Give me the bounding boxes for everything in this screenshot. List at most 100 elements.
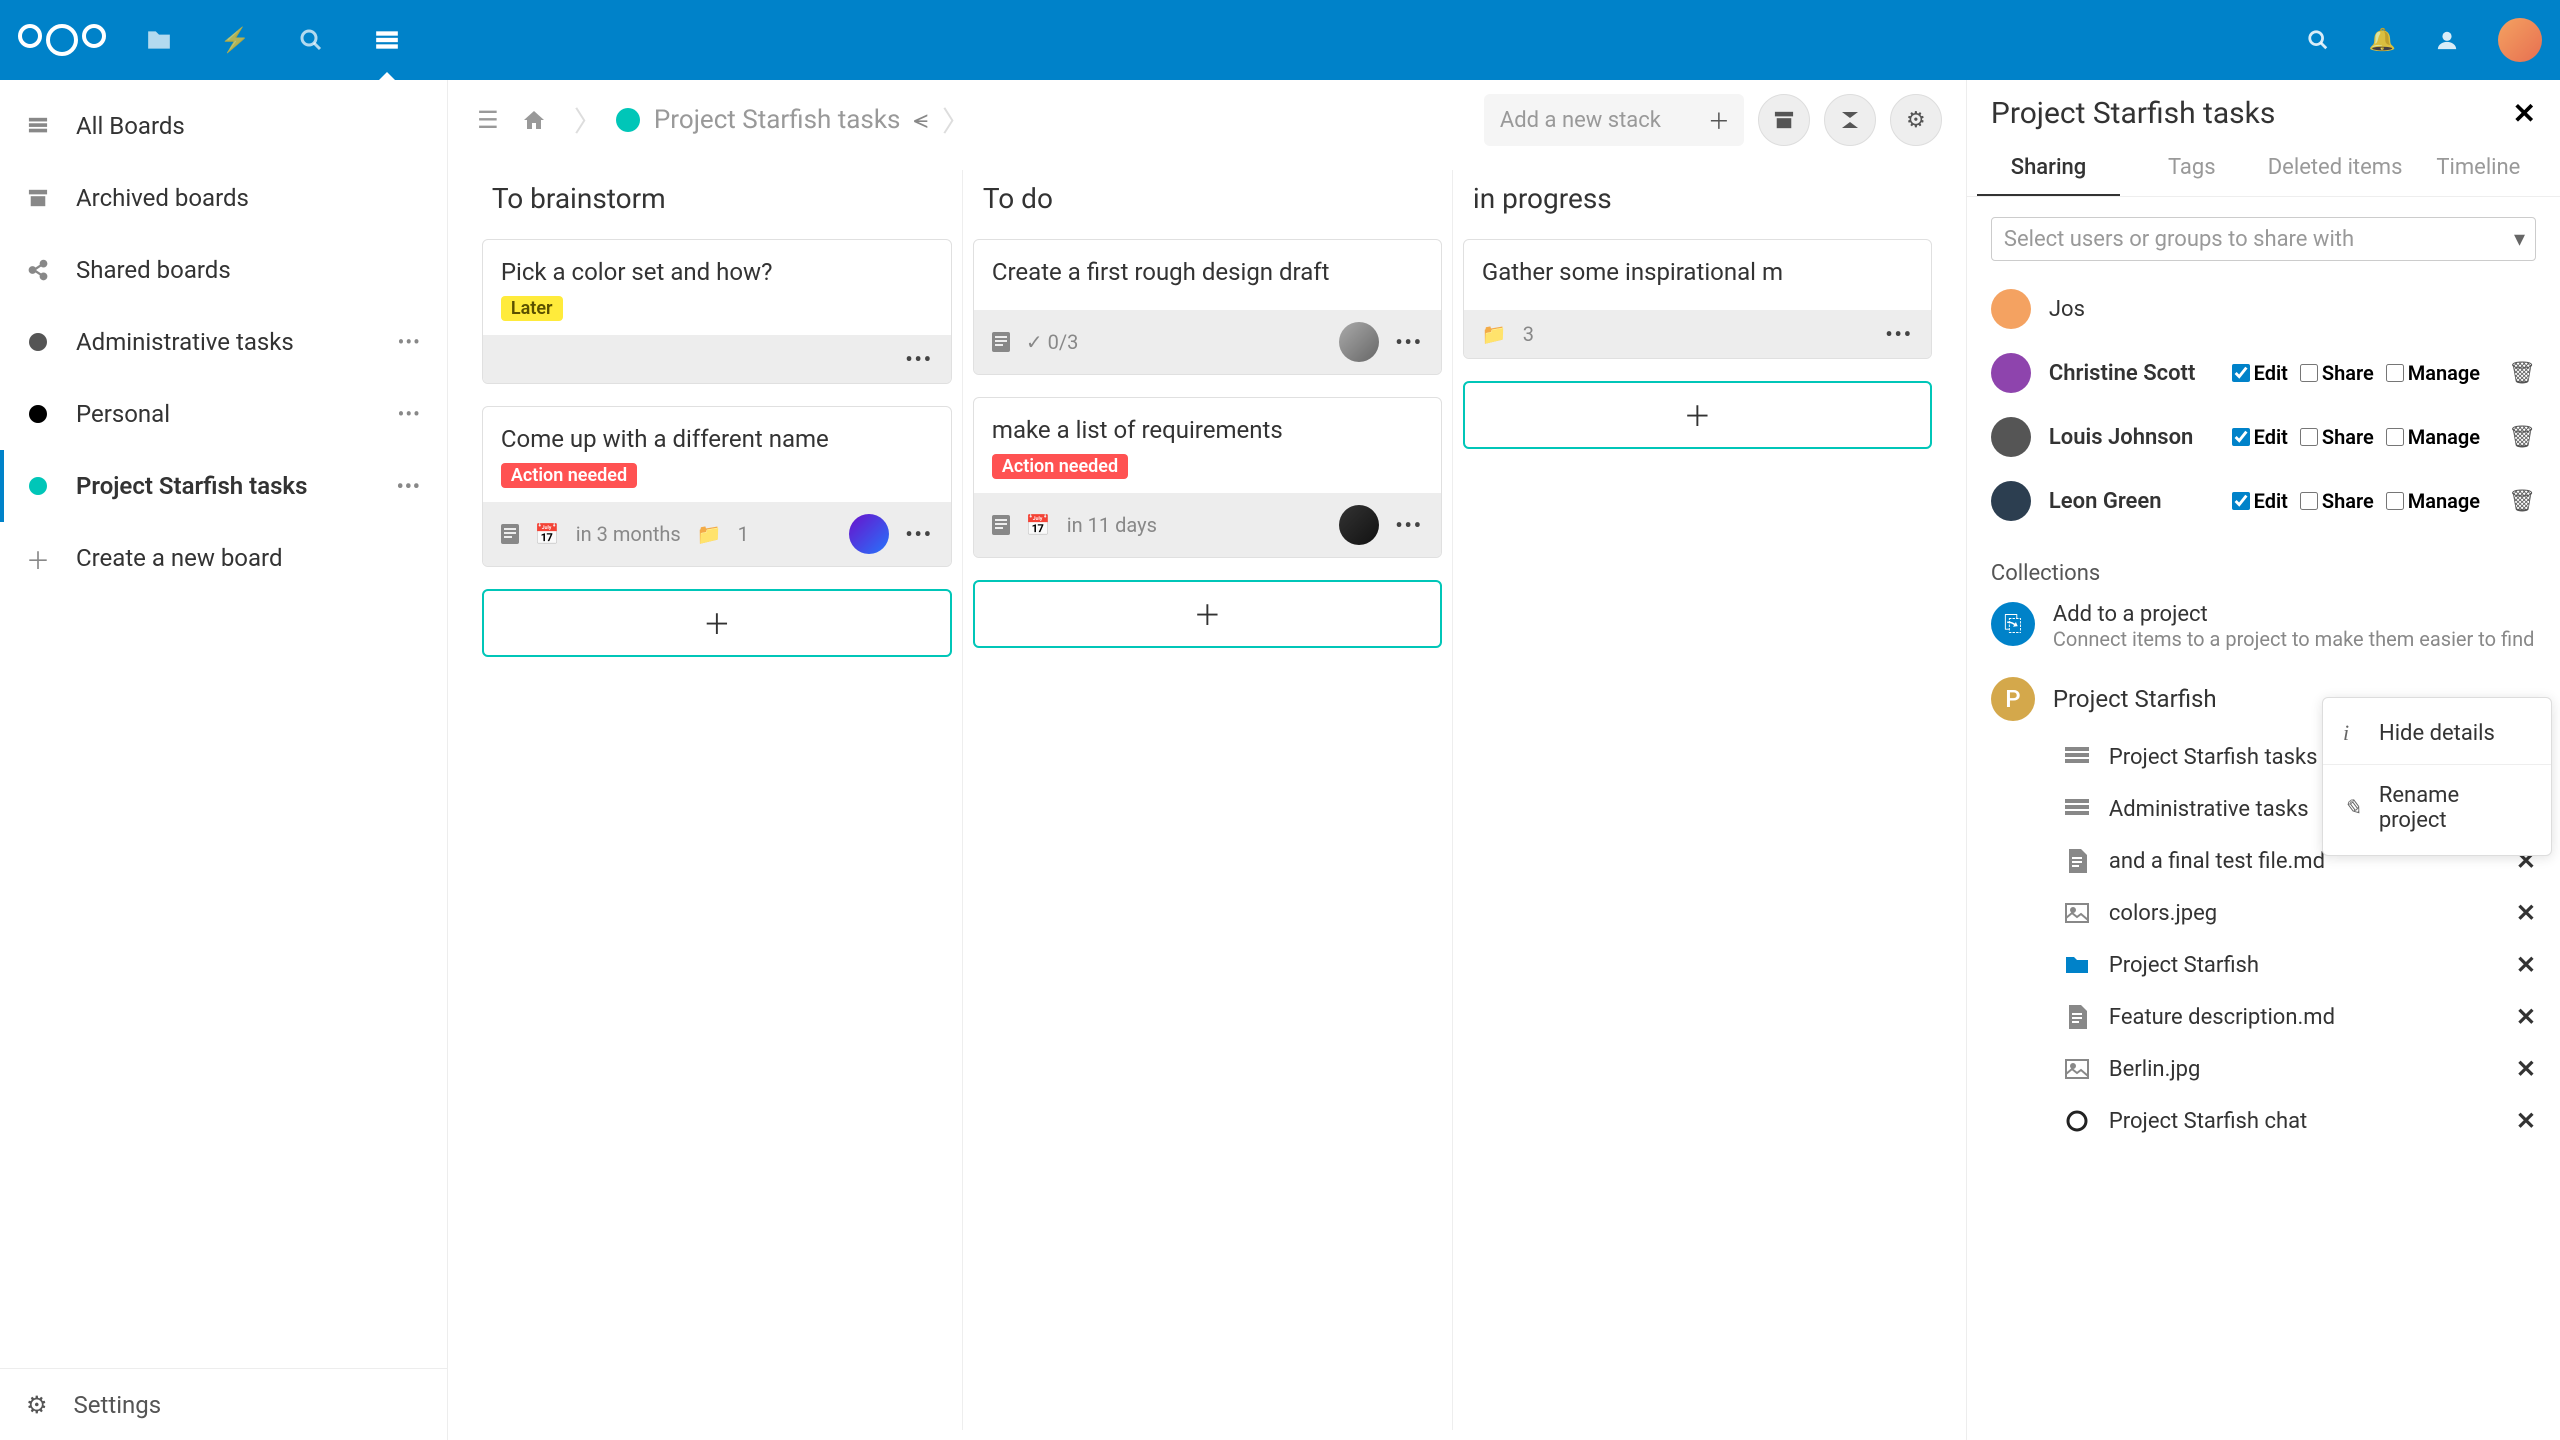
tab-sharing[interactable]: Sharing — [1977, 141, 2120, 196]
board-settings-button[interactable]: ⚙ — [1890, 94, 1942, 146]
project-item[interactable]: Feature description.md ✕ — [1991, 991, 2536, 1043]
user-avatar[interactable] — [2498, 18, 2542, 62]
archive-toggle-button[interactable] — [1758, 94, 1810, 146]
perm-manage[interactable]: Manage — [2386, 361, 2480, 385]
card-menu-button[interactable]: ••• — [1395, 513, 1423, 537]
chat-icon — [2063, 1107, 2091, 1135]
remove-item-icon[interactable]: ✕ — [2516, 1107, 2536, 1135]
more-icon[interactable]: ••• — [398, 330, 421, 354]
card[interactable]: make a list of requirements Action neede… — [973, 397, 1442, 558]
more-icon[interactable]: ••• — [397, 474, 421, 498]
sidebar-item-archived-boards[interactable]: Archived boards — [0, 162, 447, 234]
project-item-name: Project Starfish chat — [2109, 1109, 2498, 1134]
contacts-icon[interactable] — [2436, 29, 2458, 51]
menu-hide-details[interactable]: i Hide details — [2323, 706, 2551, 760]
perm-manage[interactable]: Manage — [2386, 425, 2480, 449]
project-item[interactable]: colors.jpeg ✕ — [1991, 887, 2536, 939]
compact-toggle-button[interactable] — [1824, 94, 1876, 146]
deck-app-icon[interactable] — [374, 27, 400, 53]
menu-rename-project[interactable]: ✎ Rename project — [2323, 769, 2551, 847]
home-icon[interactable] — [518, 104, 550, 136]
sidebar-item-personal[interactable]: Personal ••• — [0, 378, 447, 450]
remove-item-icon[interactable]: ✕ — [2516, 1055, 2536, 1083]
assignee-avatar — [1339, 505, 1379, 545]
add-card-button[interactable]: ＋ — [482, 589, 952, 657]
user-avatar — [1991, 417, 2031, 457]
project-item[interactable]: Berlin.jpg ✕ — [1991, 1043, 2536, 1095]
sidebar-item-label: All Boards — [76, 112, 185, 140]
deck-icon — [2063, 743, 2091, 771]
logo[interactable] — [18, 24, 106, 56]
card[interactable]: Pick a color set and how? Later ••• — [482, 239, 952, 384]
remove-item-icon[interactable]: ✕ — [2516, 899, 2536, 927]
sidebar-item-label: Administrative tasks — [76, 328, 294, 356]
attach-count: 1 — [738, 522, 749, 546]
perm-edit[interactable]: Edit — [2232, 425, 2288, 449]
add-project-title: Add to a project — [2053, 602, 2535, 627]
card[interactable]: Create a first rough design draft ✓ 0/3•… — [973, 239, 1442, 375]
sidebar-settings[interactable]: ⚙ Settings — [0, 1368, 447, 1440]
project-item-name: Project Starfish — [2109, 953, 2498, 978]
sidebar-item-shared-boards[interactable]: Shared boards — [0, 234, 447, 306]
tab-deleted-items[interactable]: Deleted items — [2263, 141, 2406, 196]
trash-icon[interactable]: 🗑 — [2508, 489, 2536, 514]
share-name: Jos — [2049, 297, 2536, 322]
perm-share[interactable]: Share — [2300, 425, 2374, 449]
card[interactable]: Come up with a different name Action nee… — [482, 406, 952, 567]
add-to-project[interactable]: ⎘ Add to a project Connect items to a pr… — [1991, 596, 2536, 667]
due-label: in 3 months — [576, 522, 681, 546]
search-app-icon[interactable] — [298, 27, 324, 53]
stack-title: in progress — [1463, 170, 1932, 239]
close-icon[interactable]: ✕ — [2513, 97, 2536, 130]
perm-edit[interactable]: Edit — [2232, 361, 2288, 385]
assignee-avatar — [849, 514, 889, 554]
share-user-select[interactable]: Select users or groups to share with — [1991, 217, 2536, 261]
user-avatar — [1991, 289, 2031, 329]
card-menu-button[interactable]: ••• — [1885, 322, 1913, 346]
board-color-dot — [616, 108, 640, 132]
notifications-icon[interactable]: 🔔 — [2369, 28, 2396, 53]
file-icon — [2063, 1003, 2091, 1031]
trash-icon[interactable]: 🗑 — [2508, 425, 2536, 450]
perm-edit[interactable]: Edit — [2232, 489, 2288, 513]
trash-icon[interactable]: 🗑 — [2508, 361, 2536, 386]
folder-icon: 📁 — [1482, 322, 1507, 346]
sidebar-item-administrative-tasks[interactable]: Administrative tasks ••• — [0, 306, 447, 378]
project-item[interactable]: Project Starfish ✕ — [1991, 939, 2536, 991]
card-title: Come up with a different name — [501, 425, 933, 453]
sidebar-item-project-starfish-tasks[interactable]: Project Starfish tasks ••• — [0, 450, 447, 522]
card-menu-button[interactable]: ••• — [1395, 330, 1423, 354]
activity-icon[interactable]: ⚡ — [222, 27, 248, 53]
remove-item-icon[interactable]: ✕ — [2516, 951, 2536, 979]
nav-toggle-icon[interactable]: ☰ — [472, 104, 504, 136]
sidebar: All Boards Archived boards Shared boards… — [0, 80, 448, 1440]
perm-share[interactable]: Share — [2300, 489, 2374, 513]
sidebar-item-all-boards[interactable]: All Boards — [0, 90, 447, 162]
perm-manage[interactable]: Manage — [2386, 489, 2480, 513]
breadcrumb: 〉 Project Starfish tasks ⪪ 〉 — [574, 92, 970, 148]
card[interactable]: Gather some inspirational m 📁3••• — [1463, 239, 1932, 359]
file-icon — [2063, 847, 2091, 875]
add-card-button[interactable]: ＋ — [1463, 381, 1932, 449]
search-icon[interactable] — [2307, 29, 2329, 51]
card-menu-button[interactable]: ••• — [905, 522, 933, 546]
add-card-button[interactable]: ＋ — [973, 580, 1442, 648]
image-icon — [2063, 899, 2091, 927]
share-icon — [26, 258, 50, 282]
add-stack-input[interactable]: Add a new stack ＋ — [1484, 94, 1744, 146]
remove-item-icon[interactable]: ✕ — [2516, 1003, 2536, 1031]
tab-tags[interactable]: Tags — [2120, 141, 2263, 196]
card-tag: Action needed — [501, 463, 637, 488]
menu-rename-label: Rename project — [2379, 783, 2531, 833]
more-icon[interactable]: ••• — [398, 402, 421, 426]
sidebar-item-create-a-new-board[interactable]: ＋ Create a new board — [0, 522, 447, 594]
perm-share[interactable]: Share — [2300, 361, 2374, 385]
share-name: Christine Scott — [2049, 361, 2214, 386]
project-item[interactable]: Project Starfish chat ✕ — [1991, 1095, 2536, 1147]
share-row: Louis Johnson Edit Share Manage 🗑 — [1991, 405, 2536, 469]
files-app-icon[interactable] — [146, 27, 172, 53]
user-avatar — [1991, 481, 2031, 521]
tab-timeline[interactable]: Timeline — [2407, 141, 2550, 196]
card-menu-button[interactable]: ••• — [905, 347, 933, 371]
add-stack-placeholder: Add a new stack — [1500, 108, 1661, 133]
